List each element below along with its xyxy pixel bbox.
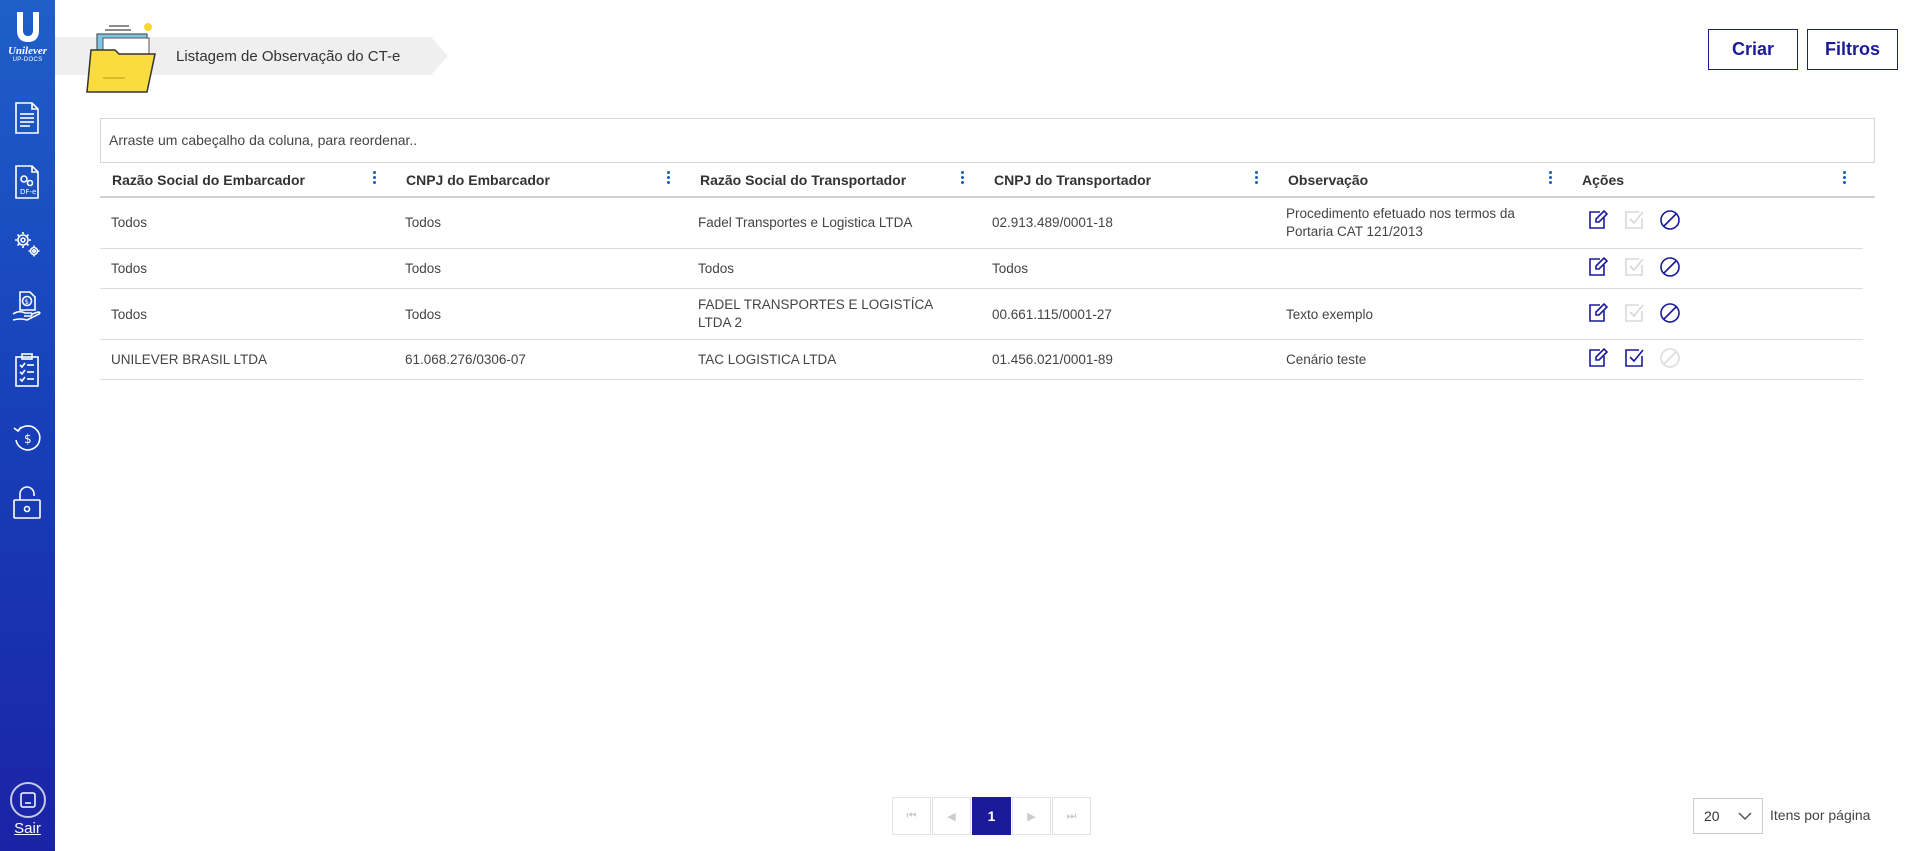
column-header-label: Observação — [1288, 172, 1369, 188]
cancel-icon[interactable] — [1659, 209, 1681, 231]
svg-text:$: $ — [24, 432, 32, 446]
sidebar-item-checklist[interactable] — [11, 352, 43, 388]
cell-razao-embarcador: Todos — [111, 261, 148, 276]
cell-observacao: Cenário teste — [1286, 352, 1367, 367]
column-menu-icon[interactable] — [1546, 171, 1554, 187]
chevron-down-icon — [1738, 812, 1752, 821]
cell-razao-transportador: Fadel Transportes e Logistica LTDA — [698, 215, 913, 230]
activate-checkbox-icon[interactable] — [1623, 209, 1645, 231]
svg-text:$: $ — [25, 298, 29, 306]
cancel-icon[interactable] — [1659, 256, 1681, 278]
activate-checkbox-icon[interactable] — [1623, 302, 1645, 324]
checklist-icon — [15, 353, 39, 387]
page-size-value: 20 — [1704, 808, 1720, 824]
cell-razao-embarcador: UNILEVER BRASIL LTDA — [111, 352, 268, 367]
page-size-label: Itens por página — [1770, 807, 1871, 823]
column-header-label: Ações — [1582, 172, 1625, 188]
create-button[interactable]: Criar — [1708, 29, 1798, 70]
cell-observacao: Procedimento efetuado nos termos da Port… — [1286, 206, 1515, 239]
cell-cnpj-transportador: 00.661.115/0001-27 — [992, 307, 1112, 322]
cancel-icon[interactable] — [1659, 302, 1681, 324]
logo-sub-text: UP-DOCS — [12, 57, 43, 63]
cell-cnpj-embarcador: Todos — [405, 261, 442, 276]
refund-icon: $ — [13, 425, 41, 451]
cell-cnpj-transportador: Todos — [992, 261, 1029, 276]
lock-icon — [13, 486, 41, 519]
row-actions — [1587, 256, 1681, 278]
logout-icon — [9, 782, 46, 818]
cancel-icon[interactable] — [1659, 347, 1681, 369]
column-header-observacao[interactable]: Observação — [1276, 163, 1570, 196]
cell-observacao: Texto exemplo — [1286, 307, 1374, 322]
column-header-label: Razão Social do Embarcador — [112, 172, 305, 188]
cell-razao-embarcador: Todos — [111, 215, 148, 230]
edit-icon[interactable] — [1587, 209, 1609, 231]
column-menu-icon[interactable] — [1252, 171, 1260, 187]
column-header-label: CNPJ do Transportador — [994, 172, 1152, 188]
pagination: ⏮ ◀ 1 ▶ ⏭ — [892, 797, 1092, 835]
sidebar-item-documents[interactable] — [11, 100, 43, 136]
edit-icon[interactable] — [1587, 302, 1609, 324]
filters-button[interactable]: Filtros — [1807, 29, 1898, 70]
column-menu-icon[interactable] — [1840, 171, 1848, 187]
row-actions — [1587, 209, 1681, 231]
document-icon — [15, 102, 39, 134]
logout-button[interactable]: Sair — [6, 782, 49, 837]
column-header-label: CNPJ do Embarcador — [406, 172, 550, 188]
row-actions — [1587, 302, 1681, 324]
hand-money-icon: $ — [12, 291, 41, 321]
page-title: Listagem de Observação do CT-e — [176, 48, 401, 65]
table-row: Todos Todos FADEL TRANSPORTES E LOGISTÍC… — [100, 289, 1863, 340]
next-page-button[interactable]: ▶ — [1012, 797, 1051, 835]
cell-razao-transportador: TAC LOGISTICA LTDA — [698, 352, 837, 367]
sidebar-item-lock[interactable] — [11, 484, 43, 520]
page-number-button[interactable]: 1 — [972, 797, 1011, 835]
column-header-razao-embarcador[interactable]: Razão Social do Embarcador — [100, 163, 394, 196]
sidebar-item-payments[interactable]: $ — [11, 288, 43, 324]
folder-icon — [86, 23, 156, 93]
cell-cnpj-embarcador: Todos — [405, 215, 442, 230]
table-row: Todos Todos Todos Todos — [100, 249, 1863, 289]
svg-text:DF-e: DF-e — [20, 188, 36, 196]
column-menu-icon[interactable] — [664, 171, 672, 187]
column-header-razao-transportador[interactable]: Razão Social do Transportador — [688, 163, 982, 196]
cell-razao-transportador: Todos — [698, 261, 735, 276]
activate-checkbox-icon[interactable] — [1623, 347, 1645, 369]
grid-header: Razão Social do Embarcador CNPJ do Embar… — [100, 163, 1875, 198]
table-row: UNILEVER BRASIL LTDA 61.068.276/0306-07 … — [100, 340, 1863, 380]
column-header-cnpj-embarcador[interactable]: CNPJ do Embarcador — [394, 163, 688, 196]
column-header-acoes[interactable]: Ações — [1570, 163, 1864, 196]
sidebar-item-refund[interactable]: $ — [11, 420, 43, 456]
column-header-cnpj-transportador[interactable]: CNPJ do Transportador — [982, 163, 1276, 196]
first-page-button[interactable]: ⏮ — [892, 797, 931, 835]
last-page-button[interactable]: ⏭ — [1052, 797, 1091, 835]
column-menu-icon[interactable] — [370, 171, 378, 187]
cell-cnpj-embarcador: 61.068.276/0306-07 — [405, 352, 526, 367]
cell-razao-embarcador: Todos — [111, 307, 148, 322]
cell-razao-transportador: FADEL TRANSPORTES E LOGISTÍCA LTDA 2 — [698, 297, 933, 330]
edit-icon[interactable] — [1587, 347, 1609, 369]
sidebar-item-dfe[interactable]: DF-e — [11, 164, 43, 200]
column-header-label: Razão Social do Transportador — [700, 172, 907, 188]
page-size-select[interactable]: 20 — [1693, 798, 1763, 834]
row-actions — [1587, 347, 1681, 369]
table-row: Todos Todos Fadel Transportes e Logistic… — [100, 198, 1863, 249]
column-menu-icon[interactable] — [958, 171, 966, 187]
cell-cnpj-embarcador: Todos — [405, 307, 442, 322]
unilever-logo: Unilever UP-DOCS — [4, 10, 51, 74]
cell-cnpj-transportador: 01.456.021/0001-89 — [992, 352, 1113, 367]
group-by-panel[interactable]: Arraste um cabeçalho da coluna, para reo… — [100, 118, 1875, 163]
logo-brand-text: Unilever — [7, 45, 48, 57]
activate-checkbox-icon[interactable] — [1623, 256, 1645, 278]
dfe-document-icon: DF-e — [15, 165, 39, 199]
logout-label: Sair — [14, 820, 41, 837]
gears-icon — [15, 232, 40, 257]
edit-icon[interactable] — [1587, 256, 1609, 278]
sidebar-item-settings[interactable] — [11, 226, 43, 262]
prev-page-button[interactable]: ◀ — [932, 797, 971, 835]
sidebar: Unilever UP-DOCS DF-e $ $ Sair — [0, 0, 55, 851]
cell-cnpj-transportador: 02.913.489/0001-18 — [992, 215, 1113, 230]
